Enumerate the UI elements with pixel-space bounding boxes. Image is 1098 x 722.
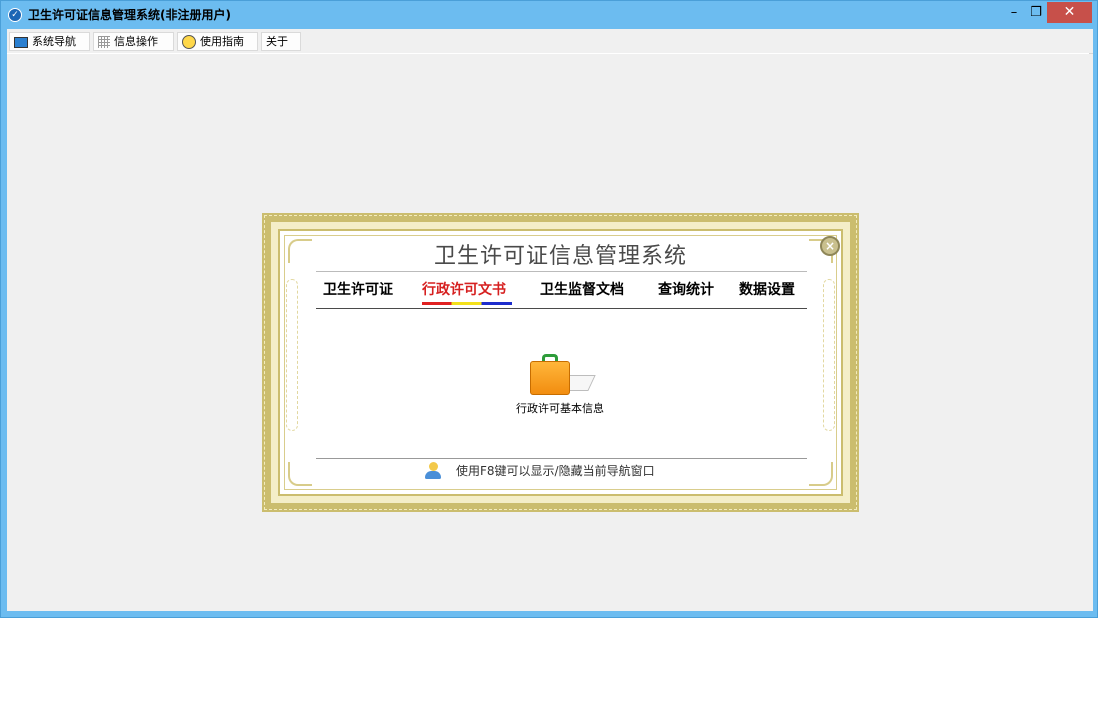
tabs-divider (316, 308, 807, 309)
menu-divider (7, 53, 1089, 54)
menu-label: 系统导航 (32, 35, 76, 48)
user-head (429, 462, 438, 471)
side-ornament (823, 279, 835, 431)
clock-icon (182, 35, 196, 49)
menu-bar: 系统导航 信息操作 使用指南 关于 (7, 29, 1093, 54)
restore-button[interactable]: ❐ (1023, 2, 1049, 23)
title-bar[interactable]: ✓ 卫生许可证信息管理系统(非注册用户) – ❐ ✕ (1, 1, 1097, 29)
panel-content: × 卫生许可证信息管理系统 卫生许可证 行政许可文书 卫生监督文档 查询统计 数… (278, 229, 843, 496)
panel-title: 卫生许可证信息管理系统 (433, 244, 687, 269)
side-ornament (286, 279, 298, 431)
window-title: 卫生许可证信息管理系统(非注册用户) (28, 8, 231, 22)
shortcut-admin-license-basic-info[interactable]: 行政许可基本信息 (510, 402, 610, 416)
f8-tip-text: 使用F8键可以显示/隐藏当前导航窗口 (456, 464, 655, 478)
user-body (425, 471, 441, 479)
app-icon: ✓ (8, 8, 22, 22)
tab-data-settings[interactable]: 数据设置 (739, 281, 795, 299)
menu-label: 使用指南 (200, 35, 244, 48)
tab-query-statistics[interactable]: 查询统计 (658, 281, 714, 299)
tab-health-supervision-docs[interactable]: 卫生监督文档 (540, 281, 624, 299)
menu-about[interactable]: 关于 (261, 32, 301, 51)
corner-ornament (288, 462, 312, 486)
case-shape (530, 361, 570, 395)
menu-label: 关于 (266, 35, 288, 48)
title-divider (316, 271, 807, 272)
navigation-panel: × 卫生许可证信息管理系统 卫生许可证 行政许可文书 卫生监督文档 查询统计 数… (262, 213, 859, 512)
footer-divider (316, 458, 807, 459)
grid-icon (98, 36, 110, 48)
monitor-icon (14, 36, 28, 48)
menu-label: 信息操作 (114, 35, 158, 48)
active-tab-indicator (422, 302, 512, 305)
menu-user-guide[interactable]: 使用指南 (177, 32, 258, 51)
tab-health-license[interactable]: 卫生许可证 (323, 281, 393, 299)
app-window: ✓ 卫生许可证信息管理系统(非注册用户) – ❐ ✕ 系统导航 信息操作 使用指… (0, 0, 1098, 618)
menu-info-operation[interactable]: 信息操作 (93, 32, 174, 51)
briefcase-icon[interactable] (530, 353, 596, 395)
tab-admin-license-docs[interactable]: 行政许可文书 (422, 281, 506, 299)
menu-system-navigation[interactable]: 系统导航 (9, 32, 90, 51)
client-area: 系统导航 信息操作 使用指南 关于 × 卫生许可证信息管理系统 卫生许可证 行政… (7, 29, 1093, 611)
user-icon (424, 462, 442, 480)
close-button[interactable]: ✕ (1047, 2, 1092, 23)
corner-ornament (809, 462, 833, 486)
